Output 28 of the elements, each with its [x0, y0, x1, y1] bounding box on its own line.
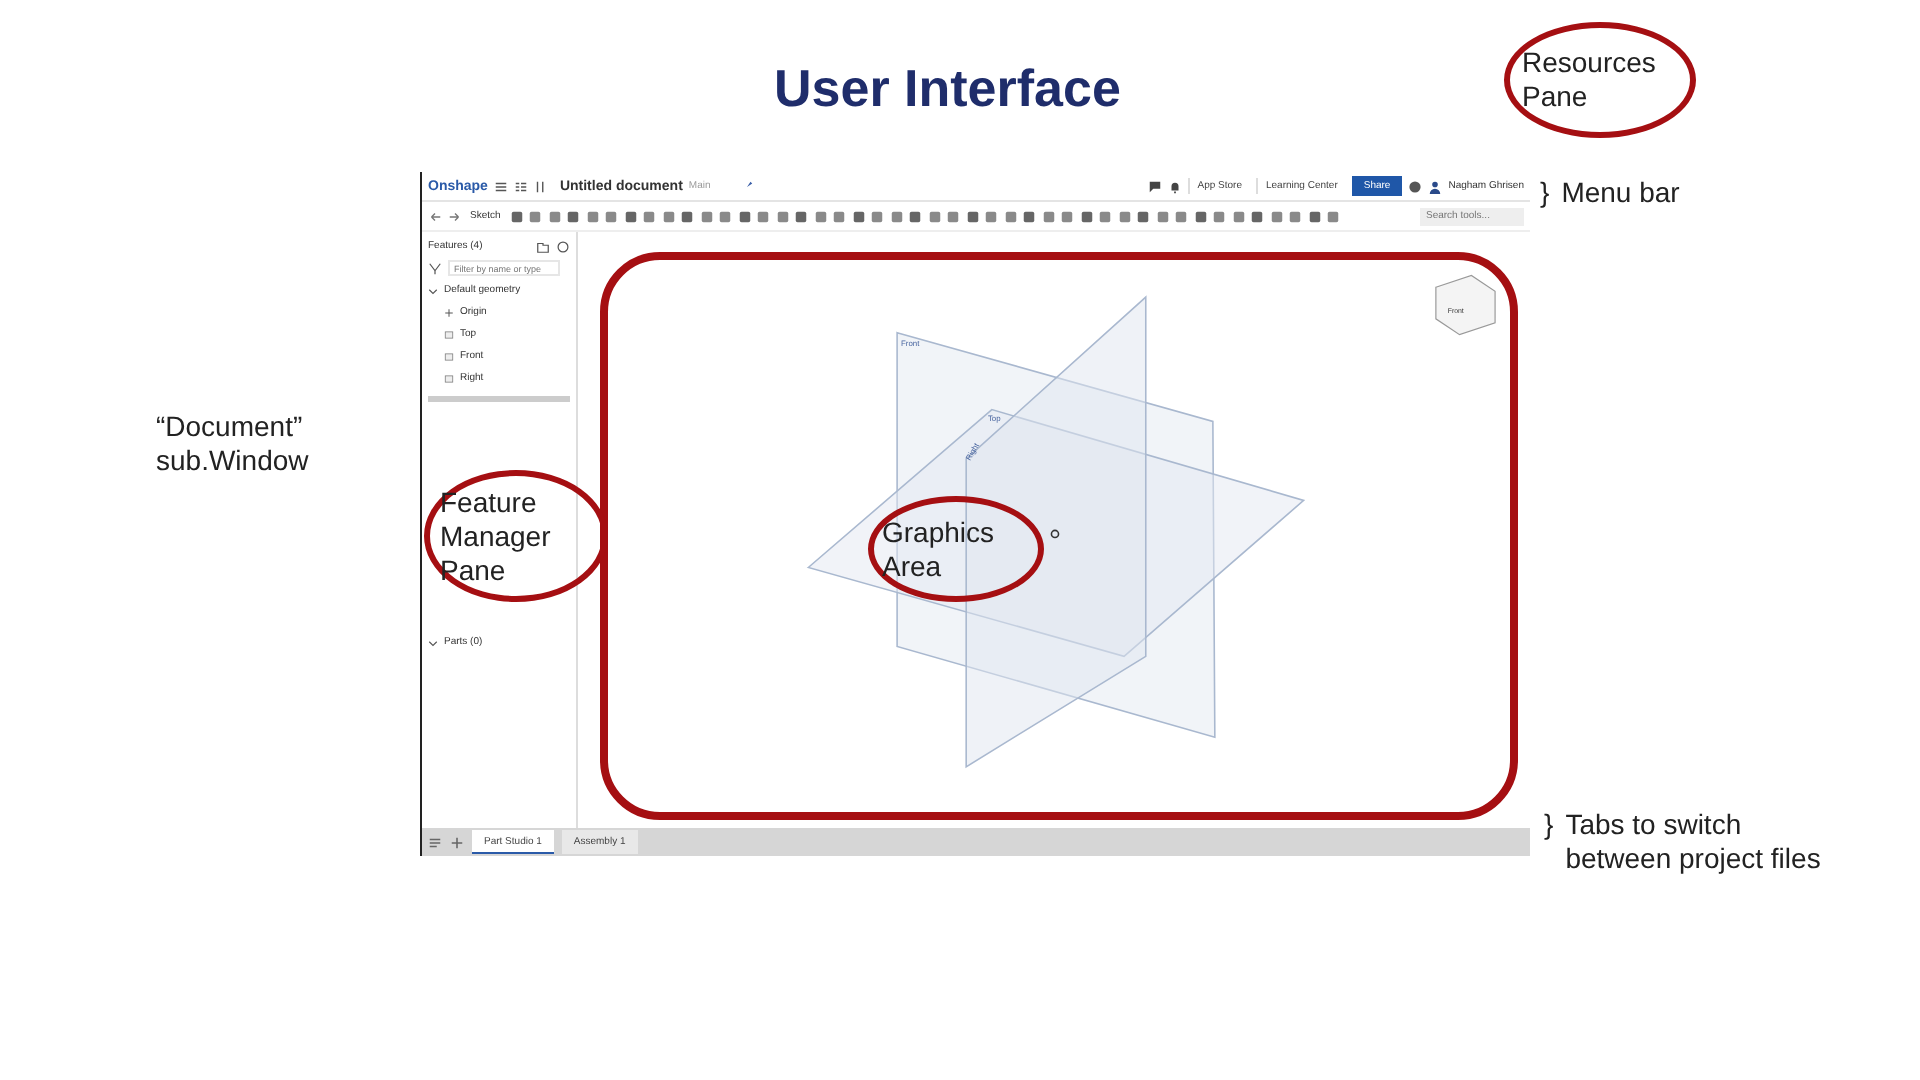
- brace: }: [1544, 808, 1554, 842]
- callout-label: “Document” sub.Window: [156, 410, 309, 478]
- user-avatar-icon[interactable]: [1428, 179, 1443, 193]
- tab-list-icon[interactable]: [428, 835, 442, 849]
- chat-icon[interactable]: [1147, 179, 1162, 193]
- plane-icon: [444, 329, 454, 339]
- slide-title: User Interface: [774, 56, 1121, 120]
- callout-label: Feature Manager Pane: [440, 485, 551, 587]
- chevron-icon[interactable]: [428, 285, 438, 295]
- origin-point-icon: [1050, 529, 1060, 539]
- undo-icon[interactable]: [428, 209, 442, 223]
- callout-label: Tabs to switch between project files: [1565, 808, 1821, 876]
- plane-icon: [444, 373, 454, 383]
- brace: }: [1540, 176, 1550, 210]
- filter-icon[interactable]: [428, 261, 442, 275]
- list-icon[interactable]: [513, 179, 528, 193]
- plane-icon: [444, 351, 454, 361]
- callout-label: Menu bar: [1561, 176, 1680, 210]
- chevron-icon[interactable]: [428, 637, 438, 647]
- callout-label: Graphics Area: [882, 515, 995, 583]
- add-icon[interactable]: [450, 835, 464, 849]
- view-cube-icon[interactable]: [1435, 274, 1496, 336]
- origin-icon: [444, 307, 454, 317]
- folder-icon[interactable]: [536, 239, 550, 253]
- callout-label: Resources Pane: [1522, 46, 1656, 114]
- menu-icon[interactable]: [493, 179, 508, 193]
- redo-icon[interactable]: [447, 209, 461, 223]
- bell-icon[interactable]: [1167, 179, 1182, 193]
